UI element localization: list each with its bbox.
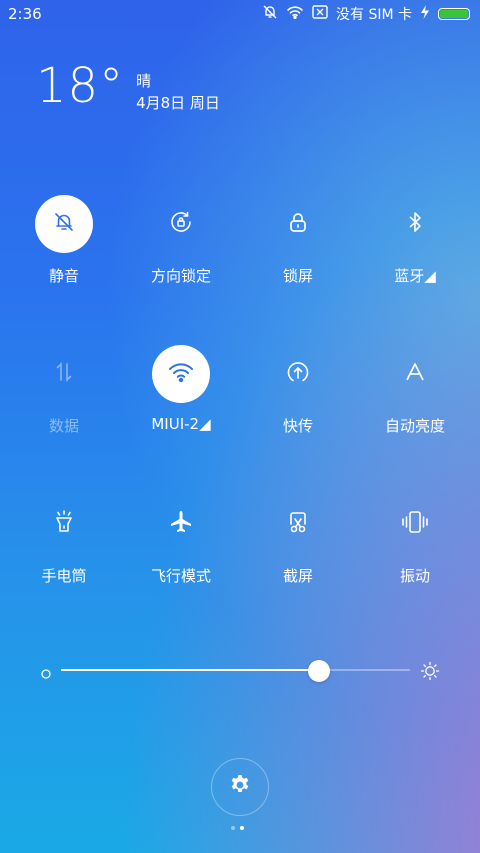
toggle-vibrate-circle[interactable] — [386, 495, 444, 553]
data-arrows-icon — [53, 360, 75, 388]
toggle-auto-brightness[interactable]: 自动亮度 — [355, 345, 475, 436]
brightness-slider[interactable] — [40, 658, 440, 684]
toggle-label: MIUI-2◢ — [151, 415, 211, 433]
toggle-wifi[interactable]: MIUI-2◢ — [121, 345, 241, 433]
lock-icon — [286, 210, 310, 238]
toggle-label: 蓝牙◢ — [394, 267, 436, 285]
rotation-lock-icon — [168, 209, 194, 239]
toggle-silent[interactable]: 静音 — [4, 195, 124, 286]
wifi-icon — [167, 361, 195, 387]
toggle-screenshot-circle[interactable] — [269, 495, 327, 553]
toggle-flashlight[interactable]: 手电筒 — [4, 495, 124, 586]
flashlight-icon — [52, 509, 76, 539]
gear-icon — [228, 773, 252, 801]
toggle-mobile-data-circle[interactable] — [35, 345, 93, 403]
brightness-low-icon — [40, 665, 52, 684]
toggle-auto-brightness-circle[interactable] — [386, 345, 444, 403]
brightness-high-icon — [420, 661, 440, 685]
page-indicator — [231, 826, 244, 830]
charging-icon — [420, 5, 430, 23]
battery-icon — [438, 8, 470, 20]
toggle-label: 静音 — [48, 267, 79, 285]
screenshot-icon — [285, 509, 311, 539]
toggle-label: 数据 — [48, 417, 79, 435]
toggle-quick-transfer[interactable]: 快传 — [238, 345, 358, 436]
status-bar: 2:36 没有 SIM 卡 — [0, 0, 480, 28]
toggle-silent-circle[interactable] — [35, 195, 93, 253]
toggle-label: 手电筒 — [41, 567, 87, 585]
bluetooth-icon — [404, 210, 426, 238]
toggle-bluetooth[interactable]: 蓝牙◢ — [355, 195, 475, 286]
vibrate-icon — [400, 509, 430, 539]
sim-error-icon — [312, 5, 328, 23]
wifi-icon — [286, 5, 304, 23]
bell-muted-icon — [262, 4, 278, 24]
toggle-quick-transfer-circle[interactable] — [269, 345, 327, 403]
bell-muted-icon — [52, 210, 76, 238]
toggle-vibrate[interactable]: 振动 — [355, 495, 475, 586]
toggle-flashlight-circle[interactable] — [35, 495, 93, 553]
toggle-label: 锁屏 — [282, 267, 313, 285]
airplane-icon — [168, 509, 194, 539]
brightness-track-fill — [61, 669, 320, 671]
toggle-lock-screen-circle[interactable] — [269, 195, 327, 253]
settings-button[interactable] — [211, 758, 269, 816]
status-time: 2:36 — [8, 5, 42, 23]
toggle-bluetooth-circle[interactable] — [386, 195, 444, 253]
status-icons: 没有 SIM 卡 — [262, 4, 470, 24]
auto-brightness-icon — [403, 360, 427, 388]
weather-date: 4月8日 周日 — [136, 94, 220, 112]
toggle-rotation-lock[interactable]: 方向锁定 — [121, 195, 241, 286]
toggle-wifi-circle[interactable] — [152, 345, 210, 403]
toggle-screenshot[interactable]: 截屏 — [238, 495, 358, 586]
toggle-label: 飞行模式 — [150, 567, 211, 585]
brightness-track[interactable] — [61, 669, 410, 671]
toggle-label: 快传 — [282, 417, 313, 435]
toggle-lock-screen[interactable]: 锁屏 — [238, 195, 358, 286]
toggle-label: 自动亮度 — [384, 417, 445, 435]
toggle-airplane-circle[interactable] — [152, 495, 210, 553]
page-dot[interactable] — [231, 826, 235, 830]
page-dot-active[interactable] — [240, 826, 244, 830]
toggle-airplane[interactable]: 飞行模式 — [121, 495, 241, 586]
toggle-mobile-data[interactable]: 数据 — [4, 345, 124, 436]
toggle-label: 截屏 — [282, 567, 313, 585]
toggle-rotation-lock-circle[interactable] — [152, 195, 210, 253]
carrier-text: 没有 SIM 卡 — [336, 7, 412, 23]
temperature: 18° — [36, 58, 125, 114]
upload-icon — [285, 359, 311, 389]
weather-condition: 晴 — [136, 72, 152, 90]
brightness-thumb[interactable] — [308, 660, 331, 682]
toggle-label: 方向锁定 — [150, 267, 211, 285]
toggle-label: 振动 — [399, 567, 430, 585]
weather-widget[interactable]: 18° 晴 4月8日 周日 — [36, 62, 220, 114]
